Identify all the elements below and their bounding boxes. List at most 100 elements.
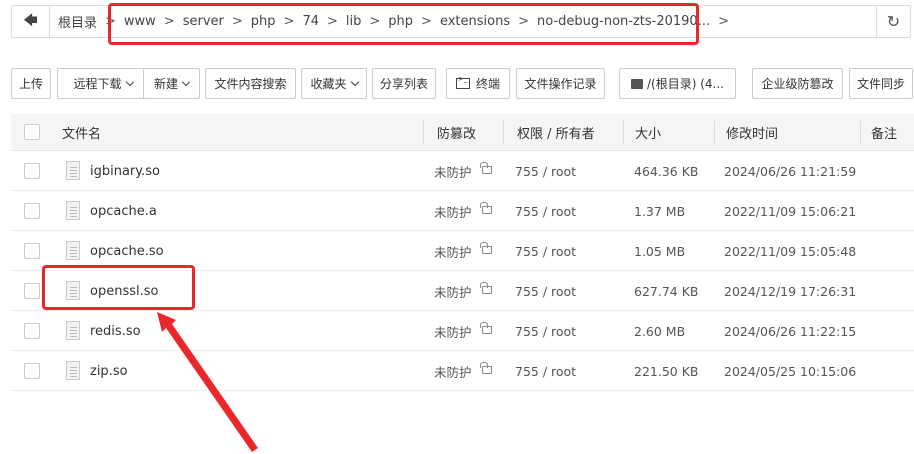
chevron-right-icon: > [163, 14, 175, 29]
column-divider [623, 121, 624, 144]
tamper-label: 未防护 [434, 164, 472, 180]
path-bar: 🡄 根目录 > www > server > php > 74 > lib > … [11, 5, 911, 38]
chevron-right-icon: > [283, 14, 295, 29]
favorites-label: 收藏夹 [310, 77, 347, 91]
modified-time: 2024/05/25 10:15:06 [724, 363, 857, 379]
tamper-status[interactable]: 未防护 [434, 151, 492, 191]
crumb-extensions[interactable]: extensions [432, 14, 518, 29]
column-divider [503, 121, 504, 144]
file-icon [66, 361, 80, 380]
modified-time: 2022/11/09 15:05:48 [724, 243, 857, 259]
chevron-right-icon: > [369, 14, 381, 29]
terminal-icon [455, 75, 470, 89]
unlock-icon [479, 242, 492, 254]
select-all-checkbox[interactable] [24, 124, 40, 140]
tamper-status[interactable]: 未防护 [434, 311, 492, 351]
file-name[interactable]: zip.so [90, 351, 128, 391]
table-row[interactable]: opcache.a 未防护 755 / root 1.37 MB 2022/11… [11, 191, 914, 231]
file-name[interactable]: openssl.so [90, 271, 158, 311]
crumb-root[interactable]: 根目录 [50, 12, 105, 31]
header-modified[interactable]: 修改时间 [726, 114, 778, 151]
file-size: 627.74 KB [634, 283, 699, 299]
tamper-label: 未防护 [434, 324, 472, 340]
tamper-label: 未防护 [434, 244, 472, 260]
chevron-right-icon: > [231, 14, 243, 29]
column-divider [860, 121, 861, 144]
new-button[interactable]: 新建 [143, 68, 200, 99]
crumb-current[interactable]: no-debug-non-zts-20190... [529, 14, 718, 29]
tamper-proof-button[interactable]: 企业级防篡改 [752, 68, 843, 99]
crumb-74[interactable]: 74 [294, 14, 327, 29]
tamper-label: 未防护 [434, 364, 472, 380]
table-row[interactable]: igbinary.so 未防护 755 / root 464.36 KB 202… [11, 151, 914, 191]
tamper-status[interactable]: 未防护 [434, 191, 492, 231]
table-row[interactable]: openssl.so 未防护 755 / root 627.74 KB 2024… [11, 271, 914, 311]
share-list-label: 分享列表 [379, 77, 428, 91]
crumb-php[interactable]: php [243, 14, 284, 29]
terminal-label: 终端 [475, 77, 500, 91]
row-checkbox[interactable] [24, 323, 40, 339]
file-icon [66, 321, 80, 340]
upload-button[interactable]: 上传 [11, 68, 51, 99]
file-sync-button[interactable]: 文件同步 [849, 68, 913, 99]
content-search-button[interactable]: 文件内容搜索 [205, 68, 296, 99]
drive-icon [631, 78, 643, 89]
file-name[interactable]: igbinary.so [90, 151, 160, 191]
row-checkbox[interactable] [24, 283, 40, 299]
tamper-status[interactable]: 未防护 [434, 351, 492, 391]
refresh-button[interactable]: ↻ [876, 6, 910, 37]
modified-time: 2024/06/26 11:21:59 [724, 163, 857, 179]
header-name[interactable]: 文件名 [62, 114, 101, 151]
crumb-server[interactable]: server [175, 14, 232, 29]
file-icon [66, 161, 80, 180]
crumb-lib[interactable]: lib [338, 14, 369, 29]
permission-owner[interactable]: 755 / root [515, 351, 576, 391]
file-size: 1.37 MB [634, 203, 686, 219]
row-checkbox[interactable] [24, 203, 40, 219]
modified-time: 2024/12/19 17:26:31 [724, 283, 857, 299]
crumb-php-2[interactable]: php [380, 14, 421, 29]
unlock-icon [479, 322, 492, 334]
row-checkbox[interactable] [24, 163, 40, 179]
permission-owner[interactable]: 755 / root [515, 191, 576, 231]
permission-owner[interactable]: 755 / root [515, 311, 576, 351]
file-icon [66, 241, 80, 260]
permission-owner[interactable]: 755 / root [515, 151, 576, 191]
share-list-button[interactable]: 分享列表 [372, 68, 436, 99]
remote-download-button[interactable]: 远程下载 [57, 68, 149, 99]
chevron-down-icon [350, 77, 359, 86]
operation-log-button[interactable]: 文件操作记录 [516, 68, 605, 99]
tamper-status[interactable]: 未防护 [434, 231, 492, 271]
unlock-icon [479, 162, 492, 174]
file-size: 2.60 MB [634, 323, 686, 339]
table-row[interactable]: zip.so 未防护 755 / root 221.50 KB 2024/05/… [11, 351, 914, 391]
tamper-label: 未防护 [434, 204, 472, 220]
favorites-button[interactable]: 收藏夹 [301, 68, 367, 99]
drive-selector-button[interactable]: /(根目录) (4... [619, 68, 736, 99]
crumb-www[interactable]: www [116, 14, 164, 29]
header-size[interactable]: 大小 [635, 114, 661, 151]
back-button[interactable]: 🡄 [12, 6, 50, 37]
row-checkbox[interactable] [24, 363, 40, 379]
chevron-down-icon [125, 77, 134, 86]
file-name[interactable]: opcache.so [90, 231, 164, 271]
tamper-proof-label: 企业级防篡改 [761, 77, 834, 91]
terminal-button[interactable]: 终端 [446, 68, 510, 99]
tamper-status[interactable]: 未防护 [434, 271, 492, 311]
header-tamper[interactable]: 防篡改 [437, 114, 476, 151]
permission-owner[interactable]: 755 / root [515, 271, 576, 311]
chevron-down-icon [181, 77, 191, 86]
header-permission[interactable]: 权限 / 所有者 [517, 114, 595, 151]
chevron-right-icon: > [421, 14, 432, 29]
table-row[interactable]: opcache.so 未防护 755 / root 1.05 MB 2022/1… [11, 231, 914, 271]
column-divider [423, 121, 424, 144]
content-search-label: 文件内容搜索 [214, 77, 287, 91]
unlock-icon [479, 362, 492, 374]
file-name[interactable]: redis.so [90, 311, 141, 351]
permission-owner[interactable]: 755 / root [515, 231, 576, 271]
file-size: 1.05 MB [634, 243, 686, 259]
unlock-icon [479, 282, 492, 294]
row-checkbox[interactable] [24, 243, 40, 259]
table-row[interactable]: redis.so 未防护 755 / root 2.60 MB 2024/06/… [11, 311, 914, 351]
file-name[interactable]: opcache.a [90, 191, 157, 231]
